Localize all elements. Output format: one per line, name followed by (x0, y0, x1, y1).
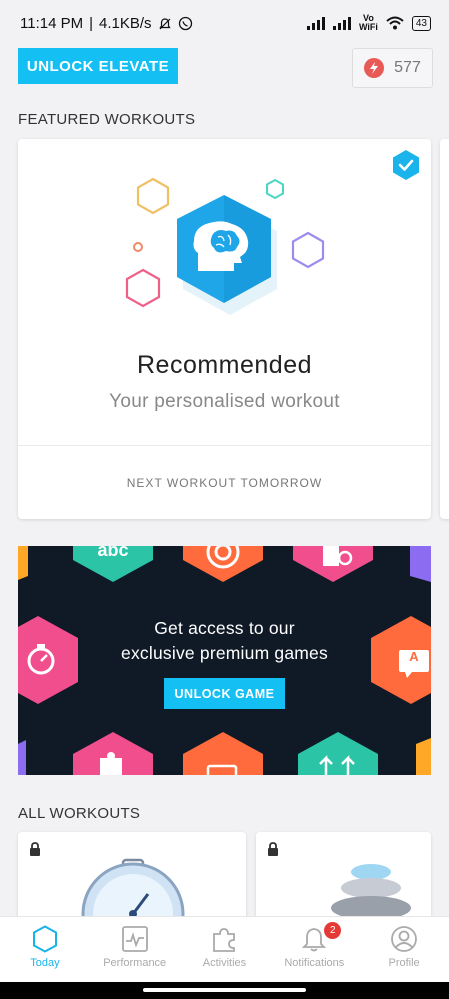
battery-indicator: 43 (411, 15, 431, 31)
lock-icon (268, 842, 278, 856)
streak-count: 577 (394, 59, 421, 76)
streak-counter[interactable]: 577 (352, 48, 433, 88)
system-nav-bar (0, 982, 449, 999)
premium-games-banner[interactable]: abc A Get access to our exclusive premiu… (18, 546, 431, 775)
muted-bell-icon (158, 17, 171, 29)
signal-icon (306, 16, 325, 30)
hexagon-icon (32, 925, 57, 953)
tab-profile[interactable]: Profile (359, 917, 449, 983)
status-right: Vo WiFi 43 (306, 13, 431, 32)
lightning-icon (364, 58, 385, 78)
signal-icon-2 (332, 16, 351, 30)
tab-activities[interactable]: Activities (180, 917, 270, 983)
unlock-elevate-button[interactable]: UNLOCK ELEVATE (18, 48, 178, 84)
status-time: 11:14 PM (20, 15, 84, 32)
next-workout-label: NEXT WORKOUT TOMORROW (126, 476, 323, 490)
next-card-peek[interactable] (440, 139, 449, 519)
brain-hexagon-icon (125, 177, 325, 315)
tab-performance[interactable]: Performance (90, 917, 180, 983)
status-speed: 4.1KB/s (99, 15, 152, 32)
tab-notifications[interactable]: 2 Notifications (269, 917, 359, 983)
whatsapp-icon (178, 16, 192, 31)
user-icon (391, 926, 417, 952)
bottom-tab-bar: Today Performance Activities 2 Notificat… (0, 916, 449, 983)
home-gesture-bar[interactable] (143, 988, 306, 992)
volte-indicator: Vo WiFi (358, 13, 378, 32)
notification-badge: 2 (324, 922, 342, 939)
unlock-game-button[interactable]: UNLOCK GAME (164, 678, 285, 709)
card-subtitle: Your personalised workout (109, 391, 340, 412)
chart-icon (121, 926, 148, 952)
abc-tile-label: abc (97, 546, 129, 560)
card-title: Recommended (136, 351, 313, 379)
card-divider (18, 445, 431, 446)
all-workouts-title: ALL WORKOUTS (18, 805, 141, 822)
tab-today[interactable]: Today (0, 917, 90, 983)
featured-workouts-title: FEATURED WORKOUTS (18, 111, 196, 128)
check-badge-icon (393, 150, 419, 180)
wifi-icon (386, 16, 404, 30)
puzzle-icon (213, 928, 236, 952)
lock-icon (30, 842, 40, 856)
promo-headline: Get access to our exclusive premium game… (121, 618, 328, 663)
status-left: 11:14 PM | 4.1KB/s (20, 15, 193, 32)
recommended-workout-card[interactable]: Recommended Your personalised workout NE… (18, 139, 431, 519)
status-bar: 11:14 PM | 4.1KB/s Vo WiFi 43 (0, 0, 449, 46)
